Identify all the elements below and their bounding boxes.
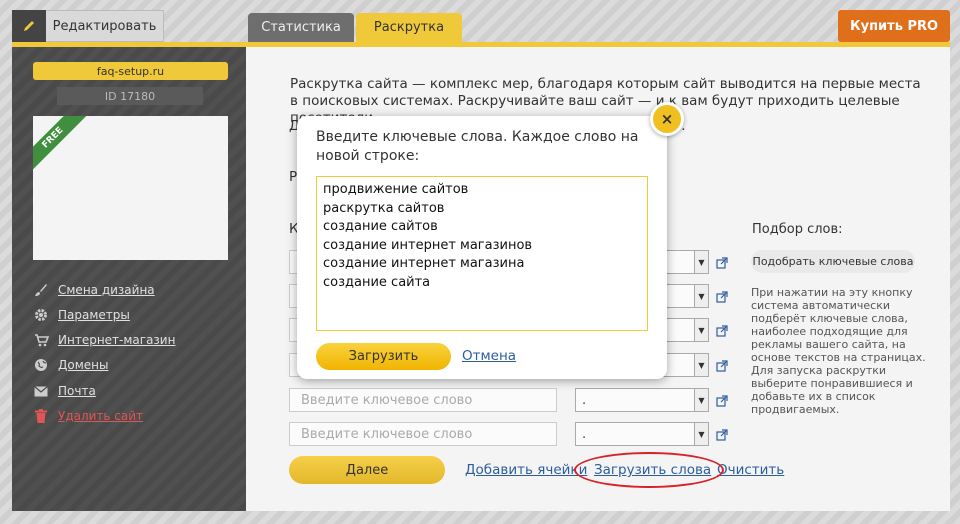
sidebar-item-label: Удалить сайт (58, 409, 144, 423)
engine-select[interactable]: .▼ (575, 388, 709, 412)
sidebar-item-label: Интернет-магазин (58, 333, 176, 347)
pick-keywords-description: При нажатии на эту кнопку система автома… (751, 286, 926, 416)
keywords-textarea[interactable]: продвижение сайтов раскрутка сайтов созд… (316, 176, 648, 331)
dialog-prompt: Введите ключевые слова. Каждое слово на … (316, 129, 639, 164)
cancel-link[interactable]: Отмена (462, 348, 516, 364)
clear-link[interactable]: Очистить (717, 462, 784, 478)
trash-icon (33, 408, 49, 424)
globe-icon (33, 357, 49, 373)
word-selection-title: Подбор слов: (752, 222, 843, 237)
sidebar-item-label: Почта (58, 384, 96, 398)
keyword-input[interactable]: Введите ключевое слово (289, 422, 557, 446)
tab-statistics[interactable]: Статистика (248, 13, 354, 42)
cart-icon (33, 332, 49, 348)
sidebar-item-shop[interactable]: Интернет-магазин (33, 331, 175, 349)
close-icon[interactable]: × (650, 102, 684, 136)
sidebar-item-parameters[interactable]: Параметры (33, 306, 130, 324)
sidebar-item-label: Смена дизайна (58, 283, 155, 297)
external-link-icon[interactable] (716, 291, 728, 303)
select-value: . (582, 392, 587, 408)
mail-icon (33, 383, 49, 399)
edit-button[interactable]: Редактировать (46, 10, 164, 42)
chevron-down-icon: ▼ (694, 285, 708, 307)
external-link-icon[interactable] (716, 360, 728, 372)
site-id-label: ID 17180 (57, 87, 203, 105)
chevron-down-icon: ▼ (694, 389, 708, 411)
sidebar-item-mail[interactable]: Почта (33, 382, 96, 400)
external-link-icon[interactable] (716, 257, 728, 269)
gear-icon (33, 307, 49, 323)
sidebar-item-label: Домены (58, 358, 109, 372)
select-value: . (582, 426, 587, 442)
sidebar-item-label: Параметры (58, 308, 130, 322)
brush-icon (33, 282, 49, 298)
chevron-down-icon: ▼ (694, 354, 708, 376)
tab-promotion[interactable]: Раскрутка (356, 13, 462, 42)
sidebar-item-domains[interactable]: Домены (33, 356, 108, 374)
pencil-icon (24, 21, 34, 31)
keyword-input[interactable]: Введите ключевое слово (289, 388, 557, 412)
chevron-down-icon: ▼ (694, 423, 708, 445)
buy-pro-button[interactable]: Купить PRO (838, 10, 950, 42)
chevron-down-icon: ▼ (694, 251, 708, 273)
sidebar-item-delete-site[interactable]: Удалить сайт (33, 407, 143, 425)
next-button[interactable]: Далее (289, 456, 445, 484)
chevron-down-icon: ▼ (694, 319, 708, 341)
pick-keywords-button[interactable]: Подобрать ключевые слова (751, 250, 915, 273)
external-link-icon[interactable] (716, 395, 728, 407)
site-name-badge[interactable]: faq-setup.ru (33, 62, 228, 80)
free-ribbon: FREE (33, 116, 87, 172)
site-thumbnail[interactable]: FREE (33, 116, 228, 260)
hidden-text-fragment: Р (289, 169, 298, 185)
highlight-oval (574, 452, 724, 488)
engine-select[interactable]: .▼ (575, 422, 709, 446)
external-link-icon[interactable] (716, 325, 728, 337)
edit-pencil-button[interactable] (12, 10, 46, 42)
load-button[interactable]: Загрузить (316, 343, 451, 370)
external-link-icon[interactable] (716, 429, 728, 441)
sidebar-item-design[interactable]: Смена дизайна (33, 281, 155, 299)
add-cells-link[interactable]: Добавить ячейки (465, 462, 587, 478)
